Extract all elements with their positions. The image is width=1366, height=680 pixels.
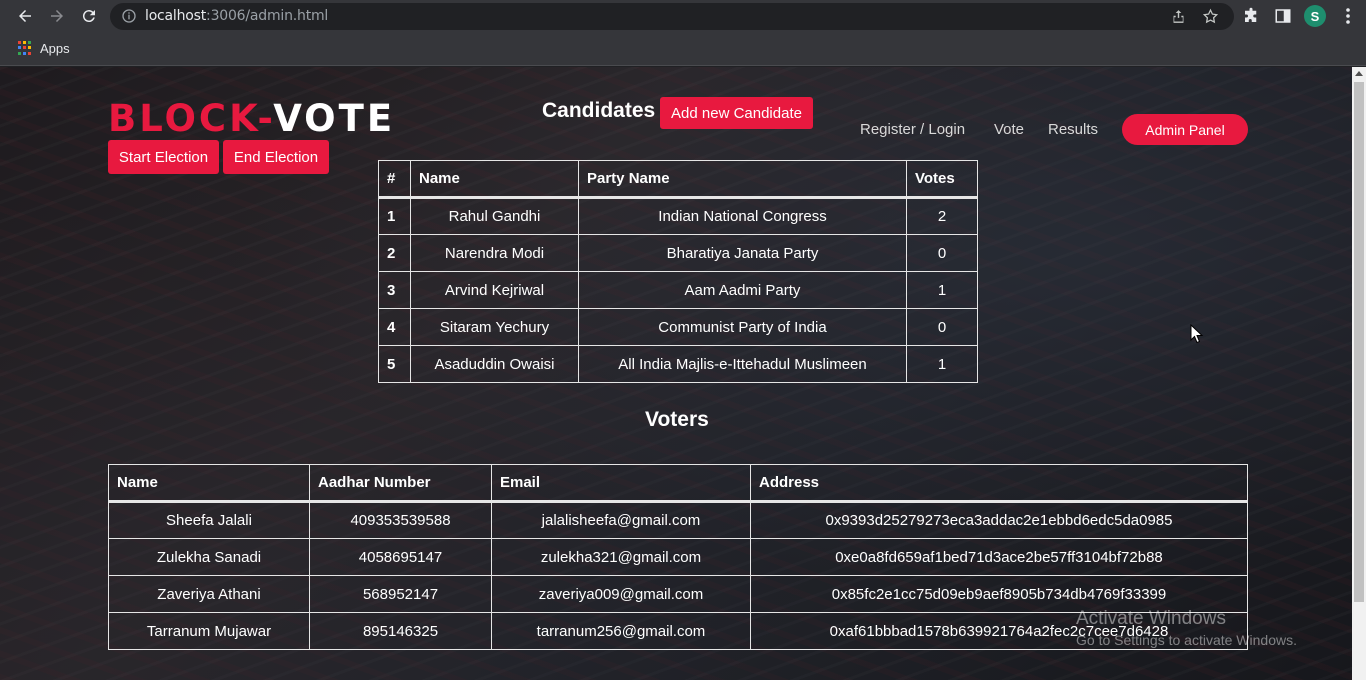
table-row: Zaveriya Athani 568952147 zaveriya009@gm… (108, 575, 1248, 613)
candidate-id: 2 (378, 234, 411, 272)
table-row: 3 Arvind Kejriwal Aam Aadmi Party 1 (378, 271, 978, 309)
voter-email: zulekha321@gmail.com (491, 538, 751, 576)
nav-admin-panel[interactable]: Admin Panel (1122, 114, 1248, 145)
url-text: localhost:3006/admin.html (145, 8, 329, 24)
column-header: Aadhar Number (309, 464, 492, 502)
scrollbar-thumb[interactable] (1354, 82, 1364, 602)
column-header: # (378, 160, 411, 198)
vertical-scrollbar[interactable] (1352, 67, 1366, 680)
scroll-up-icon[interactable] (1355, 71, 1363, 76)
candidate-votes: 1 (906, 271, 978, 309)
candidate-name: Arvind Kejriwal (410, 271, 579, 309)
candidate-party: All India Majlis-e-Ittehadul Muslimeen (578, 345, 907, 383)
candidate-votes: 0 (906, 234, 978, 272)
voter-email: zaveriya009@gmail.com (491, 575, 751, 613)
address-bar[interactable]: localhost:3006/admin.html (110, 3, 1234, 30)
sidepanel-icon[interactable] (1274, 7, 1292, 25)
voter-aadhar: 895146325 (309, 612, 492, 650)
table-header-row: Name Aadhar Number Email Address (108, 464, 1248, 502)
candidate-votes: 2 (906, 197, 978, 235)
apps-bookmark[interactable]: Apps (40, 41, 70, 56)
star-icon[interactable] (1202, 8, 1219, 25)
activate-windows-subtitle: Go to Settings to activate Windows. (1076, 632, 1297, 648)
candidate-party: Bharatiya Janata Party (578, 234, 907, 272)
candidate-votes: 1 (906, 345, 978, 383)
candidate-party: Indian National Congress (578, 197, 907, 235)
nav-results[interactable]: Results (1048, 121, 1098, 138)
nav-register-login[interactable]: Register / Login (860, 121, 965, 138)
candidate-id: 1 (378, 197, 411, 235)
activate-windows-watermark: Activate Windows Go to Settings to activ… (1076, 608, 1297, 648)
menu-icon[interactable] (1340, 7, 1356, 25)
reload-icon[interactable] (76, 4, 102, 28)
nav-vote[interactable]: Vote (994, 121, 1024, 138)
extensions-icon[interactable] (1242, 7, 1260, 25)
voter-aadhar: 568952147 (309, 575, 492, 613)
table-row: 1 Rahul Gandhi Indian National Congress … (378, 197, 978, 235)
start-election-button[interactable]: Start Election (108, 140, 219, 174)
candidates-table: # Name Party Name Votes 1 Rahul Gandhi I… (378, 160, 978, 383)
column-header: Address (750, 464, 1248, 502)
apps-icon[interactable] (18, 41, 32, 55)
share-icon[interactable] (1170, 8, 1187, 25)
voter-address: 0x9393d25279273eca3addac2e1ebbd6edc5da09… (750, 501, 1248, 539)
voters-heading: Voters (645, 408, 709, 431)
column-header: Party Name (578, 160, 907, 198)
table-row: 4 Sitaram Yechury Communist Party of Ind… (378, 308, 978, 346)
voter-aadhar: 409353539588 (309, 501, 492, 539)
candidate-party: Communist Party of India (578, 308, 907, 346)
candidate-party: Aam Aadmi Party (578, 271, 907, 309)
voter-name: Tarranum Mujawar (108, 612, 310, 650)
table-row: 2 Narendra Modi Bharatiya Janata Party 0 (378, 234, 978, 272)
page-viewport: BLOCK-VOTE Start Election End Election C… (0, 67, 1352, 680)
column-header: Email (491, 464, 751, 502)
column-header: Name (410, 160, 579, 198)
table-header-row: # Name Party Name Votes (378, 160, 978, 198)
candidate-name: Rahul Gandhi (410, 197, 579, 235)
candidates-heading: Candidates (542, 99, 656, 122)
candidate-id: 5 (378, 345, 411, 383)
browser-toolbar: localhost:3006/admin.html S (0, 0, 1366, 33)
back-icon[interactable] (12, 4, 38, 28)
site-logo[interactable]: BLOCK-VOTE (108, 97, 395, 140)
bookmarks-bar: Apps (0, 33, 1366, 66)
voter-name: Zulekha Sanadi (108, 538, 310, 576)
table-row: Sheefa Jalali 409353539588 jalalisheefa@… (108, 501, 1248, 539)
voter-name: Sheefa Jalali (108, 501, 310, 539)
candidate-name: Narendra Modi (410, 234, 579, 272)
candidate-id: 4 (378, 308, 411, 346)
candidate-votes: 0 (906, 308, 978, 346)
candidate-name: Asaduddin Owaisi (410, 345, 579, 383)
voter-aadhar: 4058695147 (309, 538, 492, 576)
voter-email: tarranum256@gmail.com (491, 612, 751, 650)
column-header: Votes (906, 160, 978, 198)
voter-name: Zaveriya Athani (108, 575, 310, 613)
candidate-name: Sitaram Yechury (410, 308, 579, 346)
info-icon[interactable] (121, 8, 137, 24)
voter-email: jalalisheefa@gmail.com (491, 501, 751, 539)
column-header: Name (108, 464, 310, 502)
end-election-button[interactable]: End Election (223, 140, 329, 174)
table-row: Zulekha Sanadi 4058695147 zulekha321@gma… (108, 538, 1248, 576)
activate-windows-title: Activate Windows (1076, 608, 1226, 629)
mouse-cursor-icon (1190, 324, 1204, 344)
candidate-id: 3 (378, 271, 411, 309)
add-candidate-button[interactable]: Add new Candidate (660, 97, 813, 129)
forward-icon[interactable] (44, 4, 70, 28)
profile-avatar[interactable]: S (1304, 5, 1326, 27)
voter-address: 0xe0a8fd659af1bed71d3ace2be57ff3104bf72b… (750, 538, 1248, 576)
voter-address: 0x85fc2e1cc75d09eb9aef8905b734db4769f333… (750, 575, 1248, 613)
table-row: 5 Asaduddin Owaisi All India Majlis-e-It… (378, 345, 978, 383)
